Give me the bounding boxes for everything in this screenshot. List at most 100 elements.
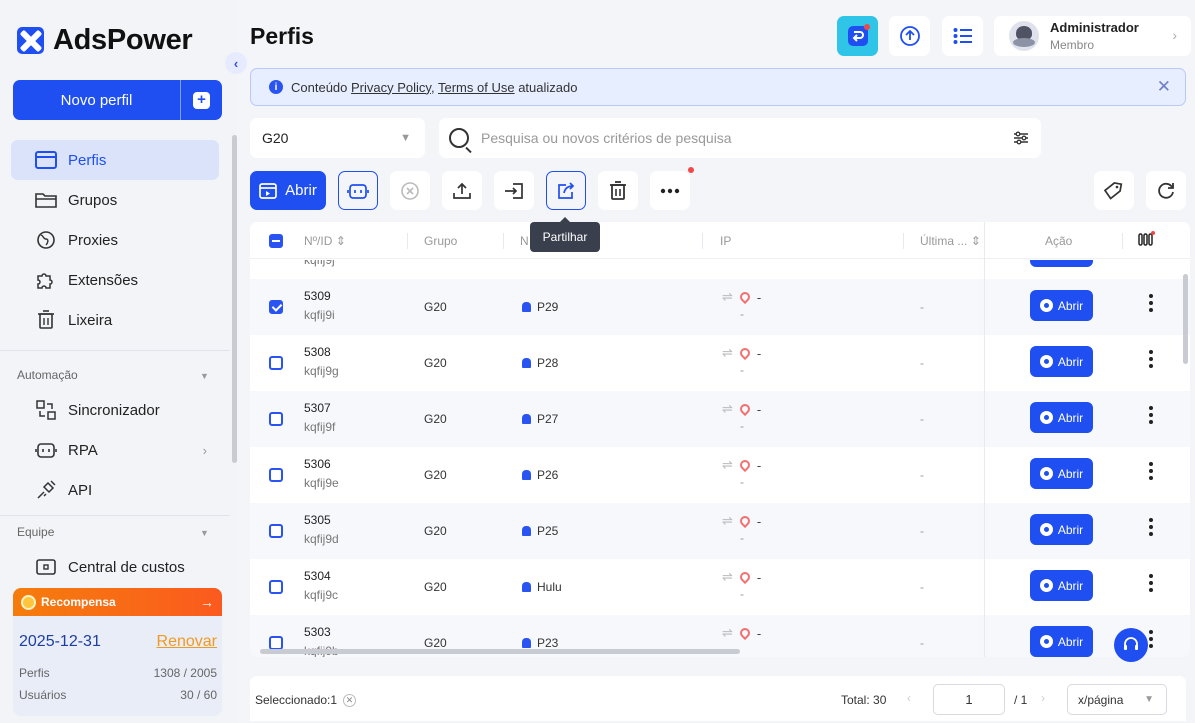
header-id[interactable]: Nº/ID ⇕	[304, 234, 346, 248]
profile-name: P25	[522, 524, 558, 538]
column-divider	[1122, 233, 1123, 249]
robot-icon	[347, 183, 369, 199]
profile-name-label: P28	[537, 356, 559, 370]
support-button[interactable]	[1114, 628, 1148, 662]
open-profile-button[interactable]: Abrir	[1030, 290, 1093, 321]
app-badge-button[interactable]	[837, 16, 878, 56]
row-more-button[interactable]	[1149, 630, 1153, 651]
horizontal-scrollbar[interactable]	[260, 649, 740, 654]
sidebar-item-synchronizer[interactable]: Sincronizador	[11, 390, 219, 430]
clear-selection-icon[interactable]: ✕	[343, 693, 357, 707]
sidebar-item-proxies[interactable]: Proxies	[11, 220, 219, 260]
column-divider[interactable]	[503, 233, 504, 249]
column-divider[interactable]	[407, 233, 408, 249]
search-input[interactable]	[481, 130, 981, 146]
terms-of-use-link[interactable]: Terms of Use	[438, 80, 515, 95]
column-settings-button[interactable]	[1137, 231, 1155, 250]
profile-id: kqfij9g	[304, 364, 339, 378]
chrome-icon	[1039, 579, 1053, 592]
row-checkbox[interactable]	[269, 412, 283, 426]
row-checkbox[interactable]	[269, 356, 283, 370]
prev-page-icon[interactable]: ‹	[907, 691, 911, 705]
privacy-policy-link[interactable]: Privacy Policy	[351, 80, 431, 95]
user-menu[interactable]: Administrador Membro ›	[994, 16, 1191, 56]
open-profile-button[interactable]: Abrir	[1030, 346, 1093, 377]
open-profile-button[interactable]	[1030, 260, 1093, 267]
refresh-button[interactable]	[1146, 171, 1186, 210]
location-pin-icon	[737, 625, 752, 641]
close-icon[interactable]: ✕	[1157, 77, 1171, 97]
reward-banner[interactable]: Recompensa →	[13, 588, 222, 616]
filter-settings-icon[interactable]	[1013, 130, 1029, 146]
move-to-group-button[interactable]	[494, 171, 534, 210]
open-profile-button[interactable]: Abrir	[1030, 458, 1093, 489]
table-row[interactable]: 5305 kqfij9d G20 P25 ⇌ - - - Abrir	[250, 503, 1190, 559]
selection-summary: Seleccionado:1 ✕	[255, 693, 357, 707]
tags-button[interactable]	[1094, 171, 1134, 210]
row-more-button[interactable]	[1149, 518, 1153, 539]
ip-location: -	[740, 363, 744, 377]
row-more-button[interactable]	[1149, 350, 1153, 371]
row-more-button[interactable]	[1149, 406, 1153, 427]
ip-value: -	[756, 513, 762, 529]
upload-button[interactable]	[442, 171, 482, 210]
table-row[interactable]: 5304 kqfij9c G20 Hulu ⇌ - - - Abrir	[250, 559, 1190, 615]
sidebar-item-extensions[interactable]: Extensões	[11, 260, 219, 300]
close-profiles-button[interactable]	[390, 171, 430, 210]
row-checkbox[interactable]	[269, 580, 283, 594]
table-row[interactable]: 5308 kqfij9g G20 P28 ⇌ - - - Abrir	[250, 335, 1190, 391]
profile-number: 5305	[304, 513, 331, 527]
chevron-down-icon[interactable]: ▼	[200, 371, 209, 381]
page-size-select[interactable]: x/página ▼	[1067, 684, 1167, 715]
row-checkbox[interactable]	[269, 300, 283, 314]
row-checkbox[interactable]	[269, 636, 283, 650]
user-name: Administrador	[1050, 20, 1139, 35]
app-logo[interactable]: AdsPower	[17, 24, 193, 57]
row-more-button[interactable]	[1149, 574, 1153, 595]
table-row[interactable]: 5309 kqfij9i G20 P29 ⇌ - - - Abrir	[250, 279, 1190, 335]
open-profile-button[interactable]: Abrir	[1030, 514, 1093, 545]
search-bar	[439, 118, 1041, 158]
row-more-button[interactable]	[1149, 462, 1153, 483]
sidebar-item-rpa[interactable]: RPA ›	[11, 430, 219, 470]
table-row: kqfij9j	[250, 260, 1190, 270]
vertical-scrollbar[interactable]	[1183, 274, 1188, 364]
delete-button[interactable]	[598, 171, 638, 210]
open-profile-button[interactable]: Abrir	[1030, 570, 1093, 601]
chevron-down-icon[interactable]: ▼	[200, 528, 209, 538]
sidebar-item-api[interactable]: API	[11, 470, 219, 510]
table-row[interactable]: 5307 kqfij9f G20 P27 ⇌ - - - Abrir	[250, 391, 1190, 447]
ip-location: -	[740, 419, 744, 433]
select-all-checkbox[interactable]	[269, 234, 283, 248]
header-last-opened[interactable]: Última ... ⇕	[920, 234, 981, 248]
upload-sync-button[interactable]	[889, 16, 930, 56]
main-content: Perfis Administrador Membro › i Conteúdo…	[237, 0, 1195, 723]
row-checkbox[interactable]	[269, 524, 283, 538]
open-profiles-button[interactable]: Abrir	[250, 171, 326, 210]
table-row[interactable]: 5306 kqfij9e G20 P26 ⇌ - - - Abrir	[250, 447, 1190, 503]
sidebar-item-profiles[interactable]: Perfis	[11, 140, 219, 180]
page-input[interactable]: 1	[933, 684, 1005, 715]
adspower-logo-icon	[17, 27, 44, 54]
row-more-button[interactable]	[1149, 294, 1153, 315]
new-profile-button[interactable]: Novo perfil	[13, 80, 181, 120]
row-checkbox[interactable]	[269, 468, 283, 482]
task-list-button[interactable]	[942, 16, 983, 56]
sidebar-item-cost-center[interactable]: Central de custos	[11, 547, 219, 587]
headset-icon	[1124, 637, 1138, 650]
renew-link[interactable]: Renovar	[157, 633, 217, 651]
sidebar-item-groups[interactable]: Grupos	[11, 180, 219, 220]
profile-id: kqfij9e	[304, 476, 339, 490]
next-page-icon[interactable]: ›	[1041, 691, 1045, 705]
group-select[interactable]: G20 ▼	[250, 118, 425, 158]
sidebar-item-trash[interactable]: Lixeira	[11, 300, 219, 340]
collapse-sidebar-button[interactable]: ‹	[225, 52, 247, 74]
open-profile-button[interactable]: Abrir	[1030, 626, 1093, 657]
column-divider[interactable]	[903, 233, 904, 249]
share-button[interactable]	[546, 171, 586, 210]
column-divider[interactable]	[702, 233, 703, 249]
rpa-button[interactable]	[338, 171, 378, 210]
open-profile-button[interactable]: Abrir	[1030, 402, 1093, 433]
batch-add-button[interactable]	[181, 80, 222, 120]
more-actions-button[interactable]	[650, 167, 694, 210]
